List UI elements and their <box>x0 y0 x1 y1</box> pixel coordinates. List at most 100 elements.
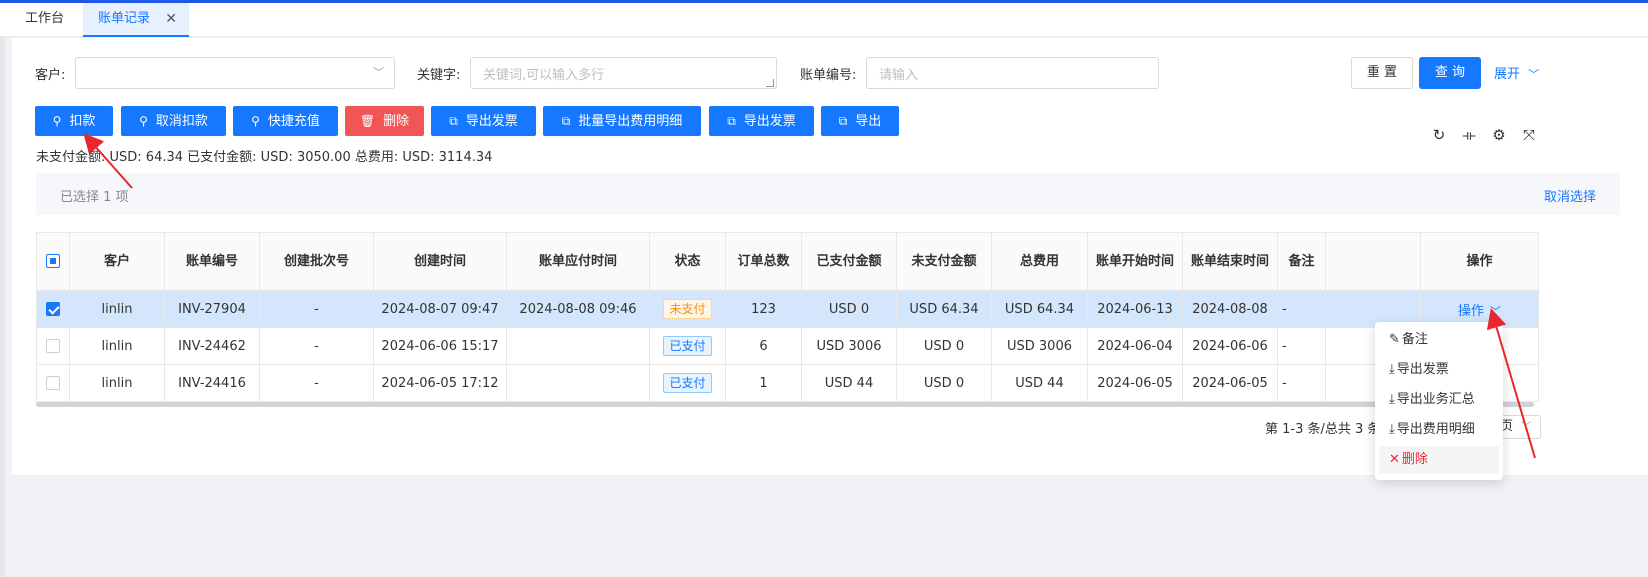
total-cell: USD 44 <box>991 364 1088 402</box>
end-cell: 2024-06-05 <box>1182 364 1278 402</box>
expand-button[interactable]: 展开 ﹀ <box>1494 63 1539 82</box>
batch-cell: - <box>259 364 374 402</box>
search-icon: ⚲ <box>251 114 260 128</box>
note-cell: - <box>1277 364 1326 402</box>
close-icon[interactable]: ✕ <box>165 3 177 35</box>
row-checkbox[interactable] <box>46 302 60 316</box>
created-cell: 2024-06-05 17:12 <box>373 364 507 402</box>
batch-cell: - <box>259 290 374 328</box>
gear-icon[interactable]: ⚙ <box>1490 126 1508 144</box>
batch-export-fee-detail-button[interactable]: ⧉ 批量导出费用明细 <box>543 106 701 136</box>
export-invoice-button[interactable]: ⧉ 导出发票 <box>431 106 536 136</box>
selection-bar: 已选择 1 项 取消选择 <box>36 173 1620 215</box>
pagination-info: 第 1-3 条/总共 3 条 <box>1265 422 1381 437</box>
quick-recharge-button[interactable]: ⚲ 快捷充值 <box>233 106 338 136</box>
column-header: 已支付金额 <box>801 232 897 291</box>
download-icon: ⤓ <box>1389 392 1395 407</box>
horizontal-scrollbar[interactable] <box>36 402 1534 407</box>
cancel-selection-link[interactable]: 取消选择 <box>1544 186 1596 205</box>
customer-cell: linlin <box>69 364 165 402</box>
delete-button[interactable]: 🗑 删除 <box>345 106 424 136</box>
expand-label: 展开 <box>1494 67 1521 82</box>
reset-button[interactable]: 重 置 <box>1351 57 1413 89</box>
tab-workbench[interactable]: 工作台 <box>25 3 64 37</box>
keyword-textarea[interactable]: 关键词,可以输入多行 <box>470 57 777 89</box>
refresh-icon[interactable]: ↻ <box>1430 126 1448 144</box>
customer-select[interactable]: ﹀ <box>75 57 395 89</box>
bill-no-input[interactable]: 请输入 <box>866 57 1159 89</box>
menu-item-delete-label: 删除 <box>1401 452 1428 467</box>
column-header: 备注 <box>1277 232 1326 291</box>
status-badge: 已支付 <box>663 373 712 393</box>
tab-bar: 工作台 账单记录 ✕ <box>0 3 1648 37</box>
cancel-deduct-button[interactable]: ⚲ 取消扣款 <box>121 106 226 136</box>
fullscreen-icon[interactable]: ⤧ <box>1520 126 1538 144</box>
status-cell: 已支付 <box>649 327 726 365</box>
row-select-cell[interactable] <box>36 327 70 365</box>
column-header: 客户 <box>69 232 165 291</box>
deduct-label: 扣款 <box>69 114 96 129</box>
bill-no-link[interactable]: INV-24416 <box>164 364 260 402</box>
chevron-down-icon: ﹀ <box>1521 422 1532 433</box>
due-cell <box>506 327 650 365</box>
column-header: 操作 <box>1420 232 1539 291</box>
start-cell: 2024-06-04 <box>1087 327 1183 365</box>
table-row[interactable]: linlin INV-27904 - 2024-08-07 09:47 2024… <box>36 290 1539 328</box>
menu-item-delete[interactable]: ✕ 删除 <box>1379 446 1499 474</box>
bill-table: 客户 账单编号 创建批次号 创建时间 账单应付时间 状态 订单总数 已支付金额 … <box>36 232 1539 402</box>
total-cell: USD 64.34 <box>991 290 1088 328</box>
menu-item-note[interactable]: ✎ 备注 <box>1389 326 1428 354</box>
menu-item-export-business-summary[interactable]: ⤓ 导出业务汇总 <box>1389 386 1475 414</box>
orders-cell: 1 <box>725 364 802 402</box>
delete-label: 删除 <box>383 114 410 129</box>
export-invoice-button-2[interactable]: ⧉ 导出发票 <box>709 106 814 136</box>
row-select-cell[interactable] <box>36 364 70 402</box>
column-header: 状态 <box>649 232 726 291</box>
close-icon: ✕ <box>1389 452 1400 467</box>
menu-item-export-fee-detail[interactable]: ⤓ 导出费用明细 <box>1389 416 1475 444</box>
row-checkbox[interactable] <box>46 376 60 390</box>
download-icon: ⤓ <box>1389 422 1395 437</box>
end-cell: 2024-08-08 <box>1182 290 1278 328</box>
table-row[interactable]: linlin INV-24416 - 2024-06-05 17:12 已支付 … <box>36 364 1539 402</box>
bill-no-placeholder: 请输入 <box>879 68 919 83</box>
resize-handle[interactable] <box>766 79 774 87</box>
deduct-button[interactable]: ⚲ 扣款 <box>35 106 113 136</box>
orders-cell: 123 <box>725 290 802 328</box>
table-row[interactable]: linlin INV-24462 - 2024-06-06 15:17 已支付 … <box>36 327 1539 365</box>
tab-bill-records[interactable]: 账单记录 ✕ <box>83 3 189 37</box>
unpaid-cell: USD 64.34 <box>896 290 992 328</box>
export-button[interactable]: ⧉ 导出 <box>821 106 899 136</box>
tab-bill-records-label: 账单记录 <box>98 11 151 26</box>
bill-no-link[interactable]: INV-24462 <box>164 327 260 365</box>
column-header: 账单应付时间 <box>506 232 650 291</box>
query-button[interactable]: 查 询 <box>1419 57 1481 89</box>
column-header: 未支付金额 <box>896 232 992 291</box>
batch-export-fee-detail-label: 批量导出费用明细 <box>578 114 683 129</box>
created-cell: 2024-06-06 15:17 <box>373 327 507 365</box>
customer-label: 客户: <box>35 68 66 83</box>
table-header-row: 客户 账单编号 创建批次号 创建时间 账单应付时间 状态 订单总数 已支付金额 … <box>36 232 1539 291</box>
quick-recharge-label: 快捷充值 <box>267 114 320 129</box>
search-icon: ⚲ <box>139 114 148 128</box>
row-checkbox[interactable] <box>46 339 60 353</box>
column-header: 账单编号 <box>164 232 260 291</box>
end-cell: 2024-06-06 <box>1182 327 1278 365</box>
bill-no-link[interactable]: INV-27904 <box>164 290 260 328</box>
export-icon: ⧉ <box>838 114 848 128</box>
menu-item-export-business-summary-label: 导出业务汇总 <box>1396 392 1475 407</box>
column-height-icon[interactable]: ⟛ <box>1460 126 1478 144</box>
select-all-checkbox[interactable] <box>46 254 60 268</box>
operation-dropdown[interactable]: 操作 <box>1458 304 1484 319</box>
paid-cell: USD 44 <box>801 364 897 402</box>
due-cell: 2024-08-08 09:46 <box>506 290 650 328</box>
selected-count: 已选择 1 项 <box>60 190 129 205</box>
select-all-cell[interactable] <box>36 232 70 291</box>
menu-item-export-invoice[interactable]: ⤓ 导出发票 <box>1389 356 1449 384</box>
download-icon: ⤓ <box>1389 362 1395 377</box>
orders-cell: 6 <box>725 327 802 365</box>
row-select-cell[interactable] <box>36 290 70 328</box>
chevron-down-icon: ﹀ <box>1490 304 1501 318</box>
left-strip <box>0 37 5 577</box>
export-invoice-label: 导出发票 <box>465 114 518 129</box>
